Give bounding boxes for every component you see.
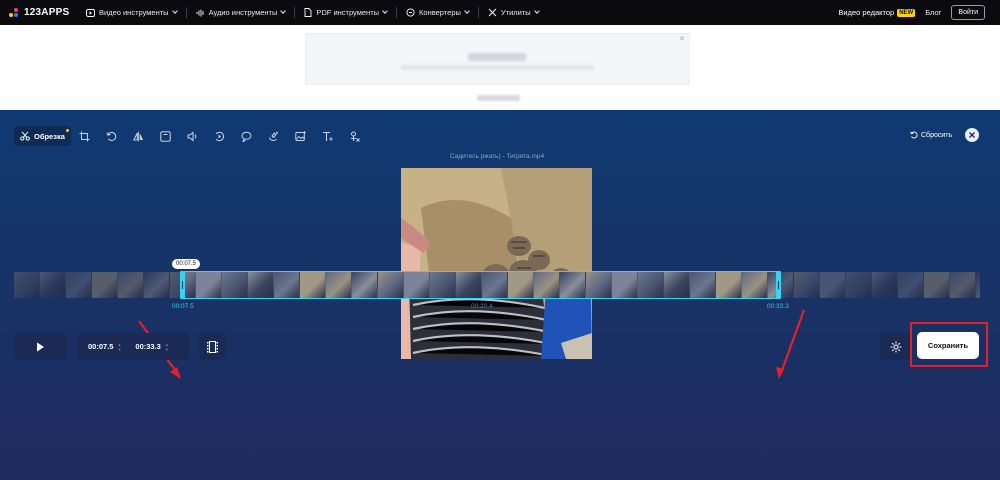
logo-icon — [9, 7, 21, 18]
video-frame-image — [401, 168, 592, 359]
film-icon — [207, 340, 218, 353]
rotate-icon — [106, 131, 117, 141]
reset-button[interactable]: Сбросить — [910, 131, 952, 139]
pdf-icon — [304, 8, 312, 17]
nav-pdf-tools-label: PDF инструменты — [316, 8, 380, 17]
top-navigation-bar: 123APPS Видео инструменты Аудио инструме… — [0, 0, 1000, 25]
split-mode-button[interactable] — [199, 333, 226, 360]
tool-stabilize[interactable] — [260, 126, 287, 146]
settings-button[interactable] — [880, 333, 911, 360]
volume-icon — [187, 130, 197, 142]
nav-utilities[interactable]: Утилиты — [479, 0, 548, 25]
timeline-selection — [182, 271, 780, 299]
frame-icon — [160, 130, 171, 142]
text-icon — [322, 131, 333, 141]
chevron-down-icon — [280, 8, 287, 14]
save-button[interactable]: Сохранить — [917, 332, 979, 359]
ad-area: ✕ — [0, 25, 1000, 110]
nav-converters[interactable]: Конвертеры — [397, 0, 478, 25]
timeline-excluded-left — [14, 272, 183, 298]
flip-icon — [132, 131, 144, 141]
end-time-input[interactable]: 00:33.3 — [135, 342, 160, 351]
timeline-end-label: 00:33.3 — [767, 303, 789, 310]
ad-banner[interactable]: ✕ — [305, 33, 690, 85]
nav-converters-label: Конвертеры — [419, 8, 461, 17]
tool-trim-label: Обрезка — [34, 131, 65, 141]
timeline-mid-label: 00:20.4 — [471, 303, 493, 310]
audio-wave-icon — [196, 9, 204, 16]
play-button[interactable] — [14, 333, 67, 360]
trim-end-handle[interactable] — [776, 271, 782, 299]
nav-pdf-tools[interactable]: PDF инструменты — [295, 0, 396, 25]
scissors-icon — [20, 131, 30, 141]
ad-blurred-text — [401, 65, 594, 70]
timeline-excluded-right — [779, 272, 980, 298]
new-badge: NEW — [897, 8, 916, 17]
tools-icon — [488, 8, 497, 17]
tool-volume[interactable] — [179, 126, 206, 146]
tool-image[interactable] — [287, 126, 314, 146]
start-time-input[interactable]: 00:07.5 — [88, 342, 113, 351]
remove-logo-icon — [350, 131, 360, 142]
tool-flip[interactable] — [125, 126, 152, 146]
video-preview[interactable] — [401, 168, 592, 359]
speed-icon — [215, 131, 224, 141]
nav-audio-tools[interactable]: Аудио инструменты — [187, 0, 295, 25]
logo[interactable]: 123APPS — [9, 7, 77, 18]
start-time-stepper[interactable]: ▲ ▼ — [117, 342, 121, 352]
nav-video-tools-label: Видео инструменты — [99, 8, 169, 17]
close-icon — [969, 132, 975, 138]
chevron-down-icon — [533, 8, 540, 14]
video-icon — [86, 8, 95, 17]
tool-rotate[interactable] — [98, 126, 125, 146]
end-time-stepper[interactable]: ▲ ▼ — [165, 342, 169, 352]
video-filename: Садитесь ржать) - Тигрята.mp4 — [449, 153, 545, 160]
right-navigation: Видео редактор NEW Блог Войти — [838, 5, 985, 20]
nav-audio-tools-label: Аудио инструменты — [208, 8, 278, 17]
time-range-box: 00:07.5 ▲ ▼ 00:33.3 ▲ ▼ — [77, 333, 189, 360]
gear-icon — [890, 341, 901, 352]
tool-trim[interactable]: Обрезка — [14, 126, 71, 146]
login-button[interactable]: Войти — [951, 5, 985, 20]
start-time-tooltip: 00:07.5 — [172, 259, 200, 269]
stabilize-icon — [268, 131, 278, 141]
ad-close-icon[interactable]: ✕ — [679, 35, 685, 43]
close-button[interactable] — [965, 128, 979, 142]
image-icon — [295, 130, 306, 141]
tool-text[interactable] — [314, 126, 341, 146]
blog-link[interactable]: Блог — [925, 8, 941, 17]
loop-icon — [241, 131, 252, 142]
status-dot — [65, 129, 69, 132]
logo-text: 123APPS — [24, 7, 70, 18]
reset-label: Сбросить — [921, 131, 953, 139]
timeline-start-label: 00:07.5 — [172, 303, 194, 310]
tool-speed[interactable] — [206, 126, 233, 146]
tool-remove-logo[interactable] — [341, 126, 368, 146]
undo-icon — [910, 131, 918, 139]
editor-toolbar: Обрезка — [14, 126, 368, 146]
convert-icon — [406, 8, 415, 17]
crop-icon — [79, 131, 90, 141]
ad-blurred-title — [468, 53, 526, 61]
trim-start-handle[interactable] — [180, 271, 186, 299]
chevron-down-icon — [464, 8, 470, 14]
chevron-down-icon — [171, 8, 178, 14]
ad-blurred-label — [477, 95, 520, 101]
nav-utilities-label: Утилиты — [500, 8, 531, 17]
video-editor-link[interactable]: Видео редактор — [838, 8, 894, 17]
nav-video-tools[interactable]: Видео инструменты — [77, 0, 186, 25]
editor-panel: Обрезка Сбросить Садитесь ржать) - Тигря… — [0, 110, 1000, 480]
chevron-down-icon — [382, 8, 388, 14]
play-icon — [37, 342, 44, 351]
tool-frame[interactable] — [152, 126, 179, 146]
tool-crop[interactable] — [71, 126, 98, 146]
tool-loop[interactable] — [233, 126, 260, 146]
